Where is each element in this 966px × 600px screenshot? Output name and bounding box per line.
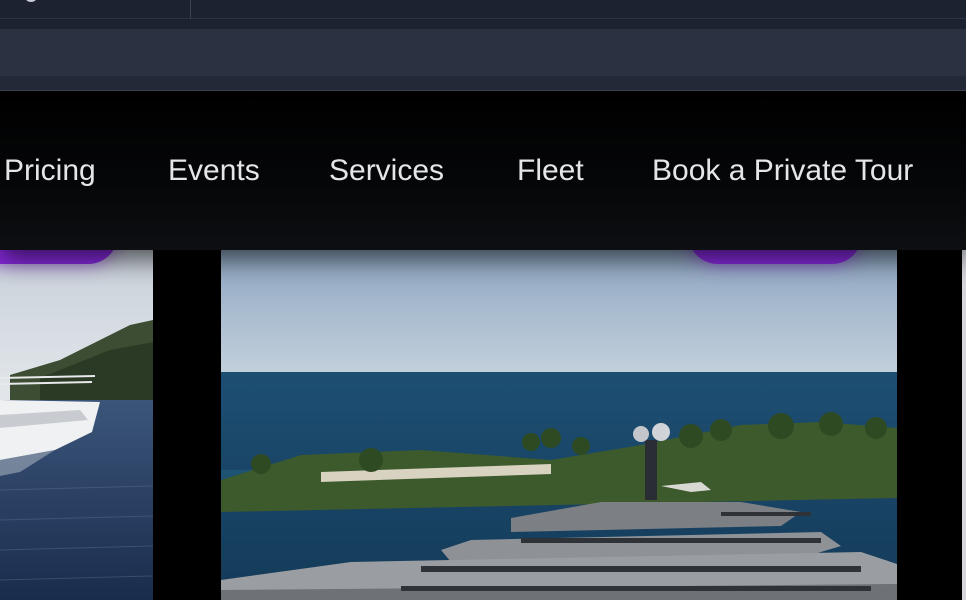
page-content: Pricing Events Services Fleet Book a Pri… bbox=[0, 91, 966, 600]
main-nav: Pricing Events Services Fleet Book a Pri… bbox=[0, 91, 966, 250]
nav-link-services[interactable]: Services bbox=[329, 153, 444, 189]
nav-link-events[interactable]: Events bbox=[168, 153, 260, 189]
nav-link-pricing[interactable]: Pricing bbox=[4, 153, 96, 189]
yacht-photo-left bbox=[0, 250, 153, 600]
browser-tab-strip bbox=[0, 0, 966, 19]
browser-tab[interactable] bbox=[0, 0, 191, 18]
carousel-slide-right[interactable] bbox=[962, 250, 966, 600]
nav-link-fleet[interactable]: Fleet bbox=[517, 153, 584, 189]
browser-toolbar-bottom bbox=[0, 76, 966, 91]
yacht-photo-center bbox=[221, 250, 897, 600]
browser-toolbar bbox=[0, 19, 966, 29]
carousel-slide-center[interactable] bbox=[221, 250, 897, 600]
carousel-slide-left[interactable] bbox=[0, 250, 153, 600]
nav-link-book-private-tour[interactable]: Book a Private Tour bbox=[652, 153, 913, 189]
favicon-icon bbox=[24, 0, 38, 2]
address-bar[interactable] bbox=[0, 29, 966, 76]
